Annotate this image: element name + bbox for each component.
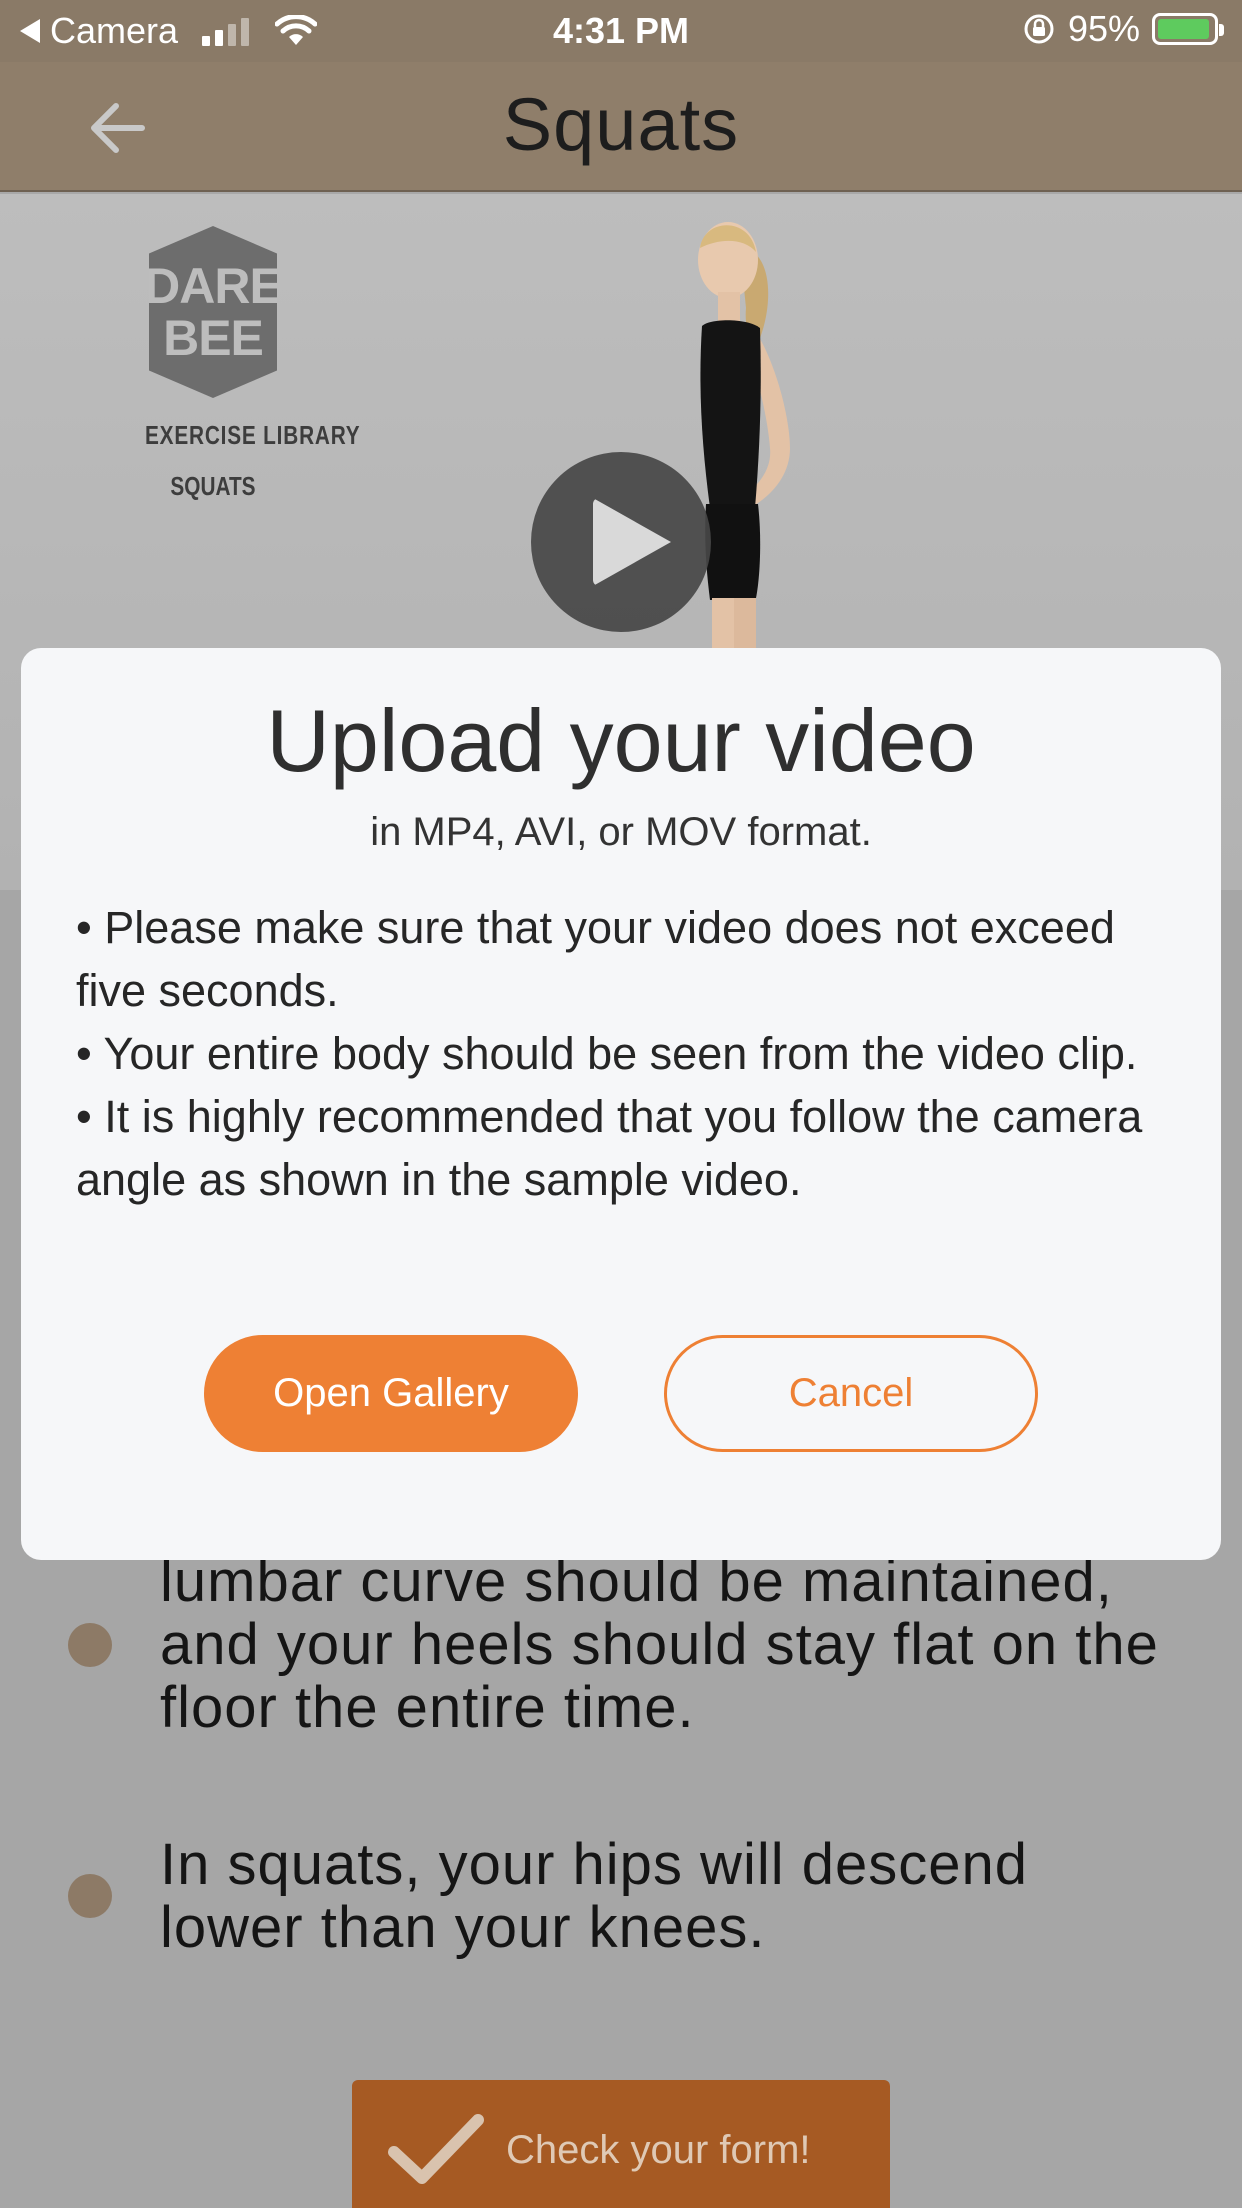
bullet-text: • Please make sure that your video does … <box>76 902 1115 1016</box>
dialog-bullets: • Please make sure that your video does … <box>76 896 1186 1211</box>
page-title: Squats <box>502 83 740 166</box>
list-item: In squats, your hips will descend lower … <box>68 1833 1188 1959</box>
battery-icon <box>1152 13 1224 45</box>
open-gallery-button[interactable]: Open Gallery <box>204 1335 578 1452</box>
list-item: lumbar curve should be maintained, and y… <box>68 1550 1188 1739</box>
logo-hexagon: DARE BEE <box>149 226 277 398</box>
bullet-text: • It is highly recommended that you foll… <box>76 1091 1143 1205</box>
battery-percent: 95% <box>1067 8 1140 49</box>
darebee-logo: DARE BEE EXERCISE LIBRARY SQUATS <box>128 226 361 502</box>
exercise-label: SQUATS <box>170 471 256 501</box>
dialog-title: Upload your video <box>266 691 976 790</box>
orientation-lock-icon <box>1024 14 1054 44</box>
upload-dialog: Upload your video in MP4, AVI, or MOV fo… <box>21 648 1221 1560</box>
status-right: 95% <box>1022 8 1224 50</box>
nav-bar: Squats <box>0 62 1242 192</box>
library-label: EXERCISE LIBRARY <box>145 420 361 450</box>
cancel-button[interactable]: Cancel <box>664 1335 1038 1452</box>
tip-text: In squats, your hips will descend lower … <box>160 1832 1028 1960</box>
bullet-text: • Your entire body should be seen from t… <box>76 1028 1138 1079</box>
dialog-subtitle: in MP4, AVI, or MOV format. <box>370 810 872 854</box>
bullet-dot-icon <box>68 1622 112 1667</box>
checkmark-icon <box>388 2114 484 2184</box>
status-bar: Camera 4:31 PM 95% <box>0 0 1242 62</box>
play-icon <box>593 498 671 586</box>
check-form-button[interactable]: Check your form! <box>352 2080 890 2208</box>
check-form-label: Check your form! <box>506 2127 811 2172</box>
bullet-dot-icon <box>68 1874 112 1918</box>
play-button[interactable] <box>531 452 711 632</box>
tip-text: lumbar curve should be maintained, and y… <box>160 1549 1159 1740</box>
